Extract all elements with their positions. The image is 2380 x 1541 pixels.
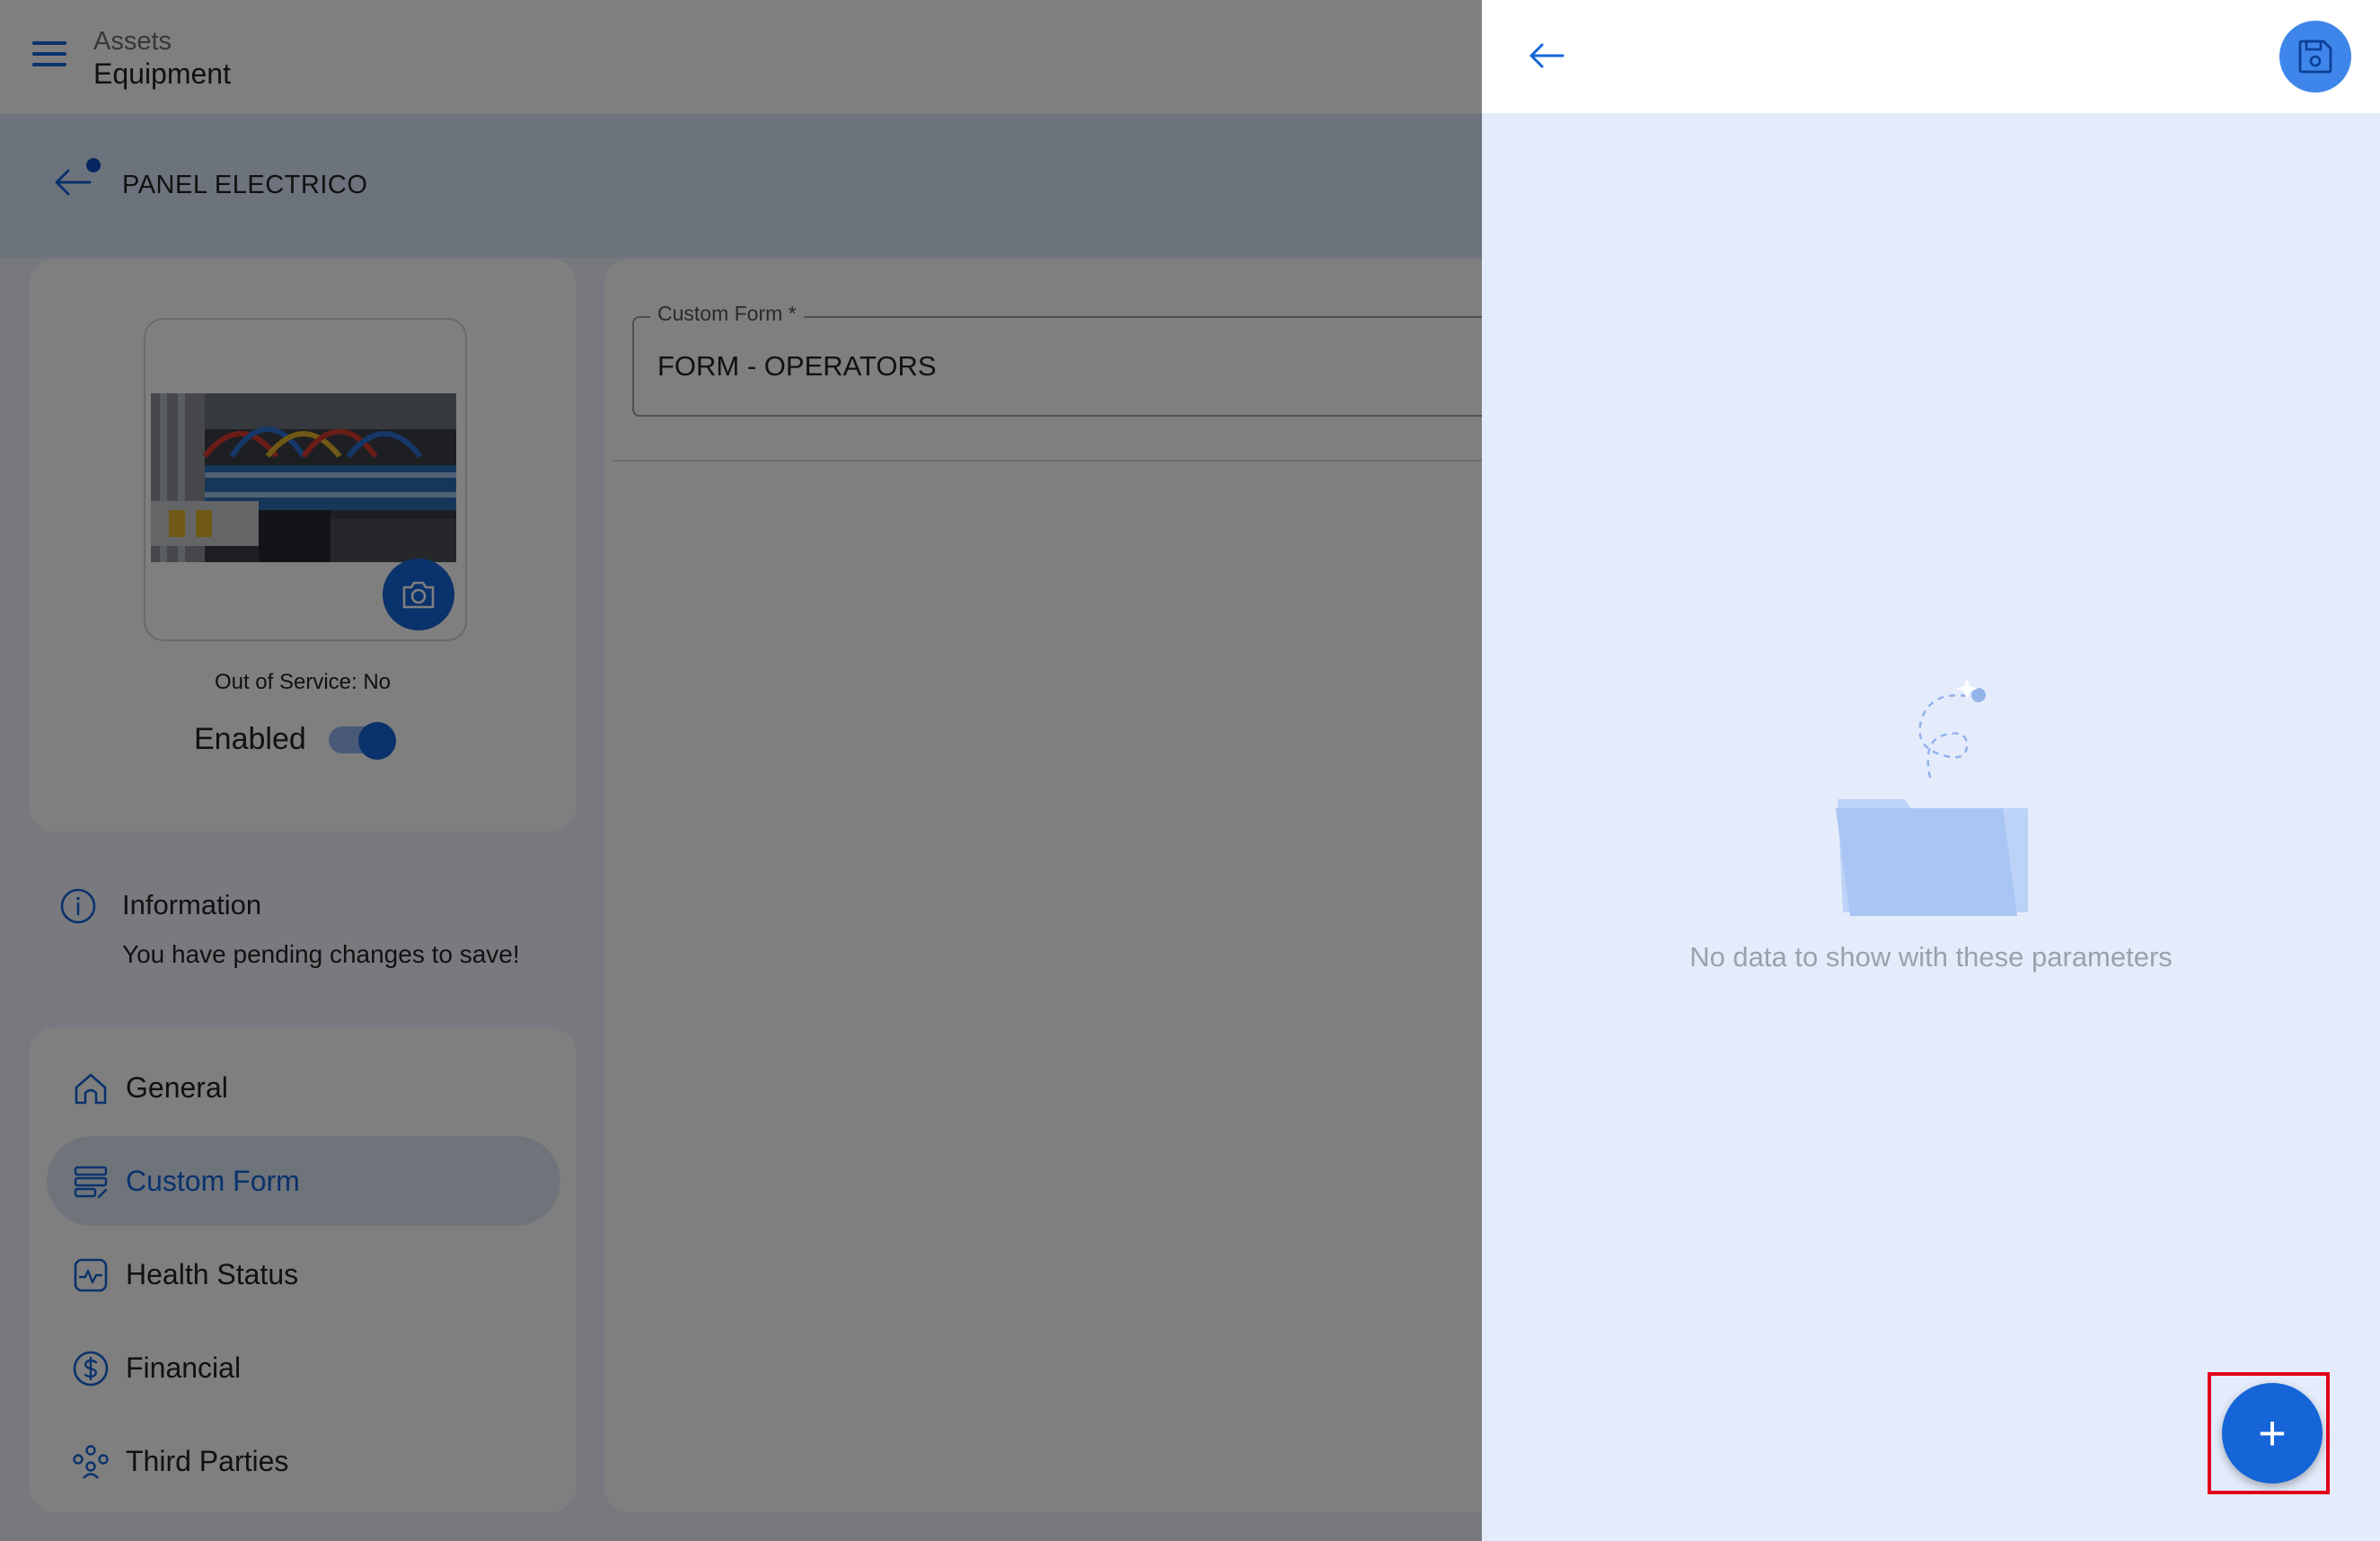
save-icon [2298,40,2332,74]
highlight-box [2208,1372,2330,1494]
modal-scrim[interactable] [0,0,1482,1541]
empty-folder-illustration [1836,678,2028,916]
save-button[interactable] [2279,21,2351,92]
panel-back-arrow-icon[interactable] [1525,34,1568,77]
side-panel-header [1482,0,2380,113]
empty-state-message: No data to show with these parameters [1689,941,2173,973]
